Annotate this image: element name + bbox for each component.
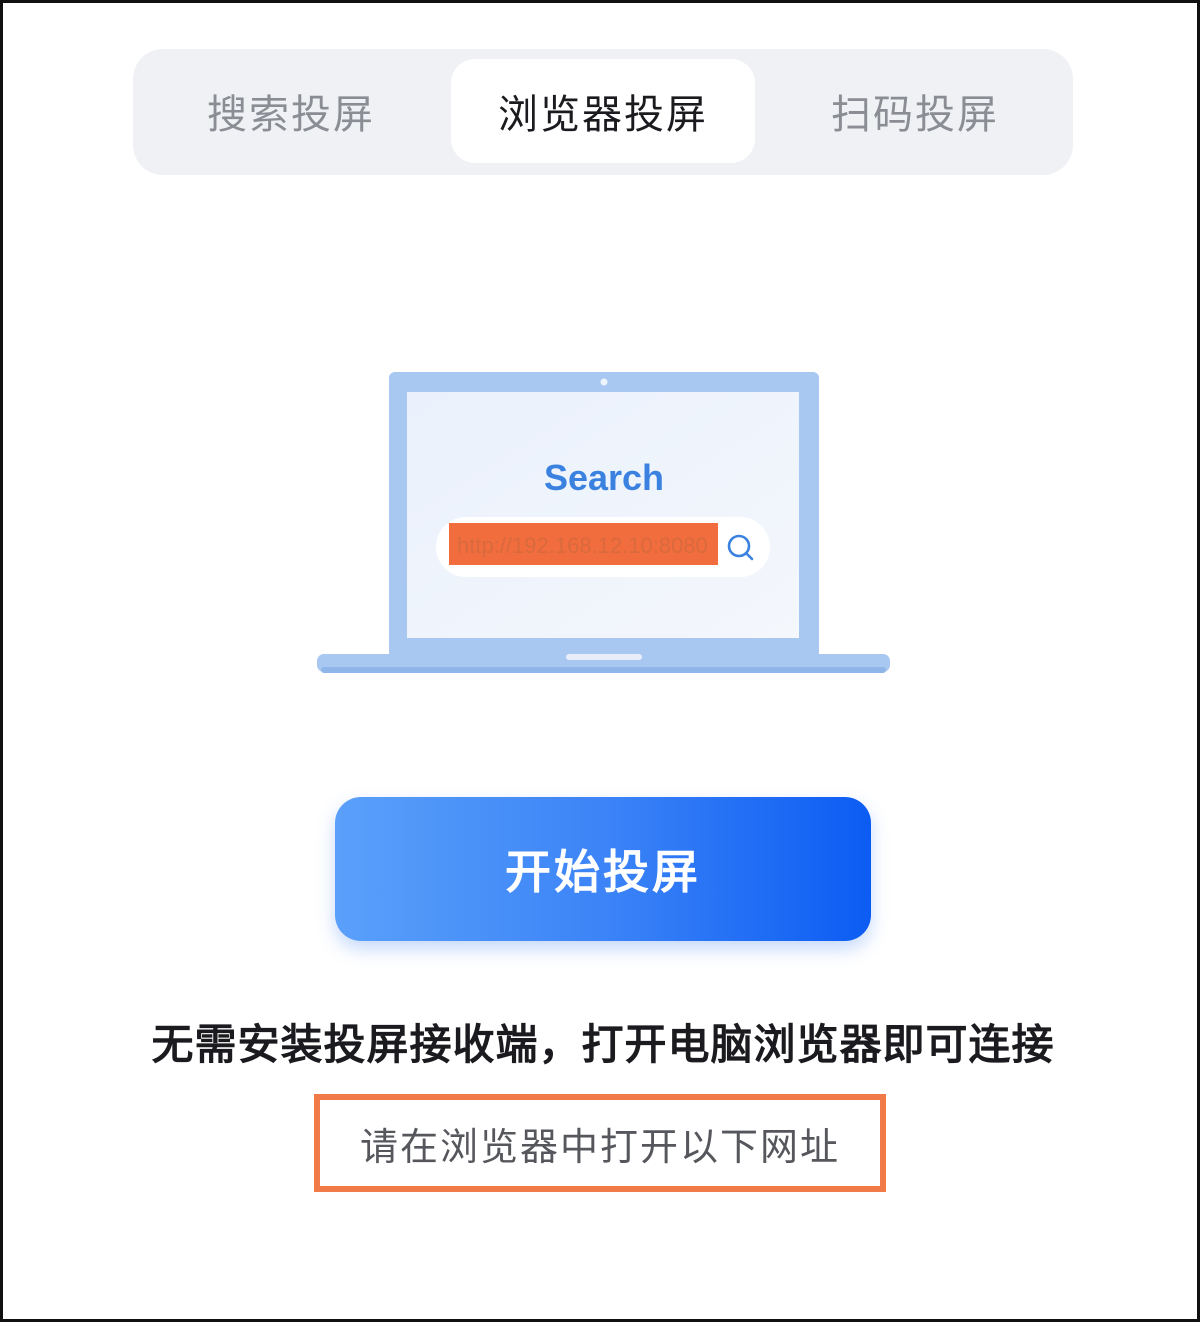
hint-text: 请在浏览器中打开以下网址 [359,1124,840,1169]
search-title: Search [544,457,664,498]
tab-search-cast[interactable]: 搜索投屏 [133,59,449,163]
tab-browser-cast[interactable]: 浏览器投屏 [451,59,755,163]
description-text: 无需安装投屏接收端，打开电脑浏览器即可连接 [151,1020,1055,1069]
hint-highlight-box: 请在浏览器中打开以下网址 [314,1094,886,1192]
app-screen: 搜索投屏 浏览器投屏 扫码投屏 Search http://192.168.12… [0,0,1200,1322]
url-input-redacted[interactable] [449,523,718,565]
laptop-camera [600,378,608,386]
laptop-base [317,654,890,672]
search-icon [727,534,754,561]
start-cast-button[interactable]: 开始投屏 [335,797,871,941]
laptop-screen [407,392,799,638]
tab-scan-cast[interactable]: 扫码投屏 [757,59,1073,163]
laptop-base-shadow [321,667,886,673]
mode-tab-bar: 搜索投屏 浏览器投屏 扫码投屏 [133,49,1073,175]
laptop-lid [389,372,819,658]
laptop-notch [566,654,642,660]
